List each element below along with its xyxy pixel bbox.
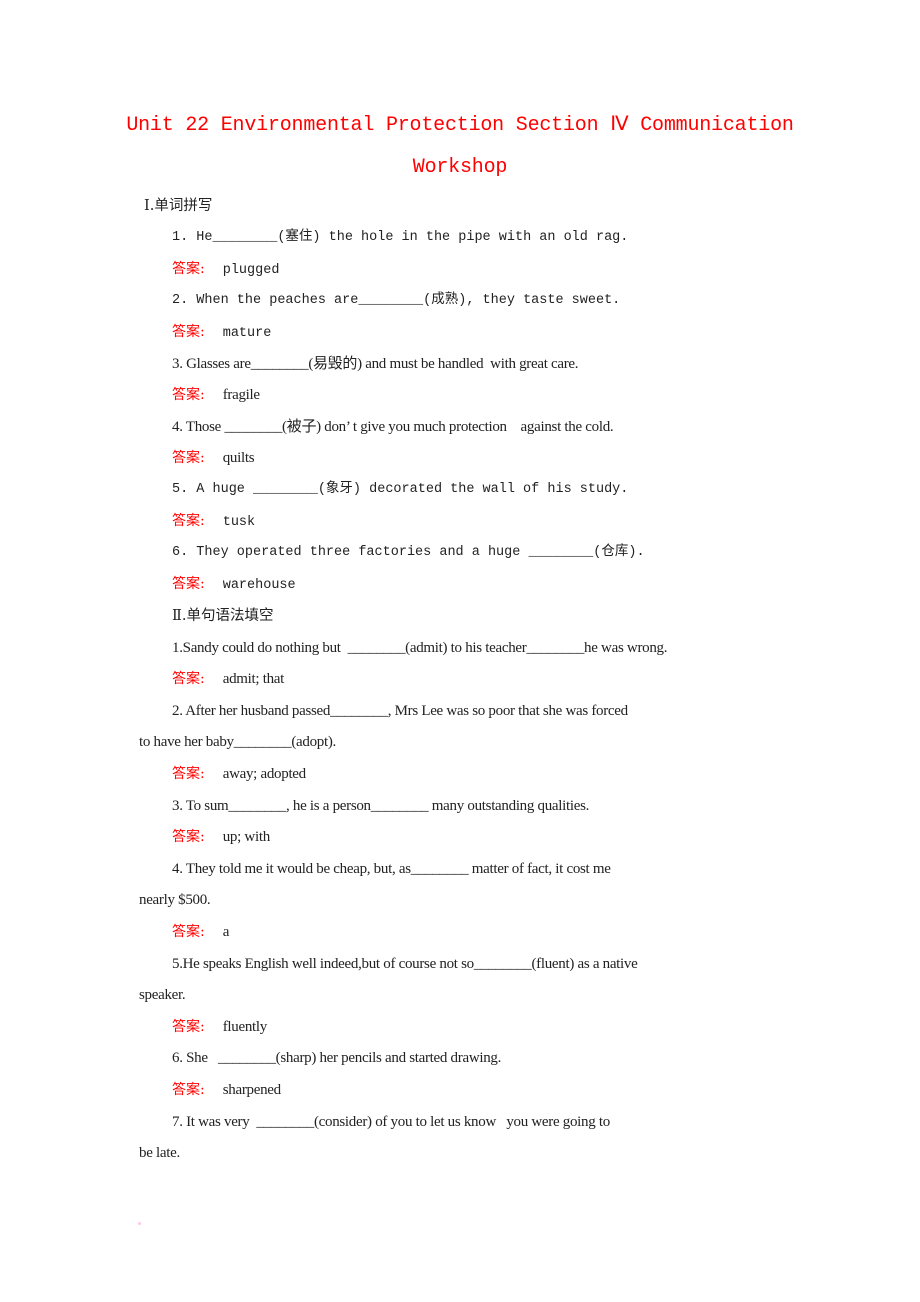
question-text: (成熟), they taste sweet. [423, 293, 621, 308]
answer-blank: ________ [253, 482, 318, 497]
question-1-1: 1. He________(塞住) the hole in the pipe w… [172, 229, 628, 247]
question-text: 3. Glasses are [172, 356, 251, 372]
answer-label: 答案: [172, 1019, 205, 1035]
answer-label: 答案: [172, 324, 205, 340]
question-text: 2. When the peaches are [172, 293, 359, 308]
answer-label: 答案: [172, 513, 205, 529]
question-1-6: 6. They operated three factories and a h… [172, 544, 645, 562]
answer-label: 答案: [172, 450, 205, 466]
answer-1-2: 答案: mature [172, 323, 271, 343]
answer-1-4: 答案: quilts [172, 449, 255, 467]
question-text: 6. They operated three factories and a h… [172, 545, 529, 560]
question-text: (象牙) decorated the wall of his study. [317, 482, 629, 497]
answer-value: away; adopted [222, 766, 306, 782]
answer-blank: ________ [224, 419, 283, 435]
answer-label: 答案: [172, 261, 205, 277]
question-text: 5. A huge [172, 482, 254, 497]
answer-value: a [222, 924, 230, 940]
answer-value: fluently [222, 1019, 268, 1035]
answer-label: 答案: [172, 924, 205, 940]
question-2-4: 4. They told me it would be cheap, but, … [172, 861, 611, 877]
answer-2-4: 答案: a [172, 923, 229, 941]
question-2-5: 5.He speaks English well indeed,but of c… [172, 956, 638, 972]
question-text: 4. Those [172, 419, 225, 435]
section-heading-grammar: Ⅱ.单句语法填空 [172, 608, 274, 624]
answer-2-2: 答案: away; adopted [172, 765, 306, 783]
answer-value: warehouse [222, 578, 296, 593]
question-text: (易毁的) and must be handled with great car… [308, 356, 579, 372]
question-text: (仓库). [593, 545, 645, 560]
question-1-3: 3. Glasses are________(易毁的) and must be … [172, 355, 579, 373]
answer-2-3: 答案: up; with [172, 828, 270, 846]
answer-label: 答案: [172, 829, 205, 845]
question-2-3: 3. To sum________, he is a person_______… [172, 798, 590, 814]
question-2-2: 2. After her husband passed________, Mrs… [172, 703, 628, 719]
page-artifact-dot [138, 1222, 141, 1225]
question-1-2: 2. When the peaches are________(成熟), the… [172, 292, 620, 310]
answer-value: plugged [222, 263, 280, 278]
question-2-6: 6. She ________(sharp) her pencils and s… [172, 1050, 502, 1066]
answer-1-1: 答案: plugged [172, 260, 279, 280]
question-1-5: 5. A huge ________(象牙) decorated the wal… [172, 481, 628, 499]
answer-2-5: 答案: fluently [172, 1018, 267, 1036]
question-2-2-continued: to have her baby________(adopt). [139, 734, 337, 750]
answer-label: 答案: [172, 1082, 205, 1098]
answer-label: 答案: [172, 766, 205, 782]
question-1-4: 4. Those ________(被子) don’ t give you mu… [172, 418, 614, 436]
answer-blank: ________ [358, 293, 424, 308]
answer-value: mature [222, 326, 272, 341]
question-text: (塞住) the hole in the pipe with an old ra… [277, 230, 629, 245]
question-2-4-continued: nearly $500. [139, 892, 211, 908]
answer-value: up; with [222, 829, 270, 845]
question-2-1: 1.Sandy could do nothing but ________(ad… [172, 640, 668, 656]
answer-blank: ________ [250, 356, 309, 372]
question-2-7-continued: be late. [139, 1145, 180, 1161]
section-heading-spelling: Ⅰ.单词拼写 [144, 198, 213, 214]
answer-blank: ________ [528, 545, 594, 560]
answer-2-6: 答案: sharpened [172, 1081, 281, 1099]
answer-label: 答案: [172, 576, 205, 592]
answer-value: admit; that [222, 671, 285, 687]
question-2-5-continued: speaker. [139, 987, 186, 1003]
document-page: Unit 22 Environmental Protection Section… [0, 0, 920, 1302]
question-text: (被子) don’ t give you much protection aga… [282, 419, 614, 435]
answer-1-5: 答案: tusk [172, 512, 255, 532]
document-title-line2: Workshop [412, 156, 508, 179]
answer-value: tusk [222, 515, 256, 530]
answer-2-1: 答案: admit; that [172, 670, 284, 688]
document-title-line1: Unit 22 Environmental Protection Section… [126, 114, 794, 137]
answer-value: sharpened [222, 1082, 281, 1098]
answer-value: fragile [222, 387, 260, 403]
answer-blank: ________ [212, 230, 278, 245]
question-2-7: 7. It was very ________(consider) of you… [172, 1114, 610, 1130]
answer-label: 答案: [172, 671, 205, 687]
answer-value: quilts [222, 450, 255, 466]
answer-1-3: 答案: fragile [172, 386, 260, 404]
question-text: 1. He [172, 230, 213, 245]
answer-1-6: 答案: warehouse [172, 575, 296, 595]
answer-label: 答案: [172, 387, 205, 403]
